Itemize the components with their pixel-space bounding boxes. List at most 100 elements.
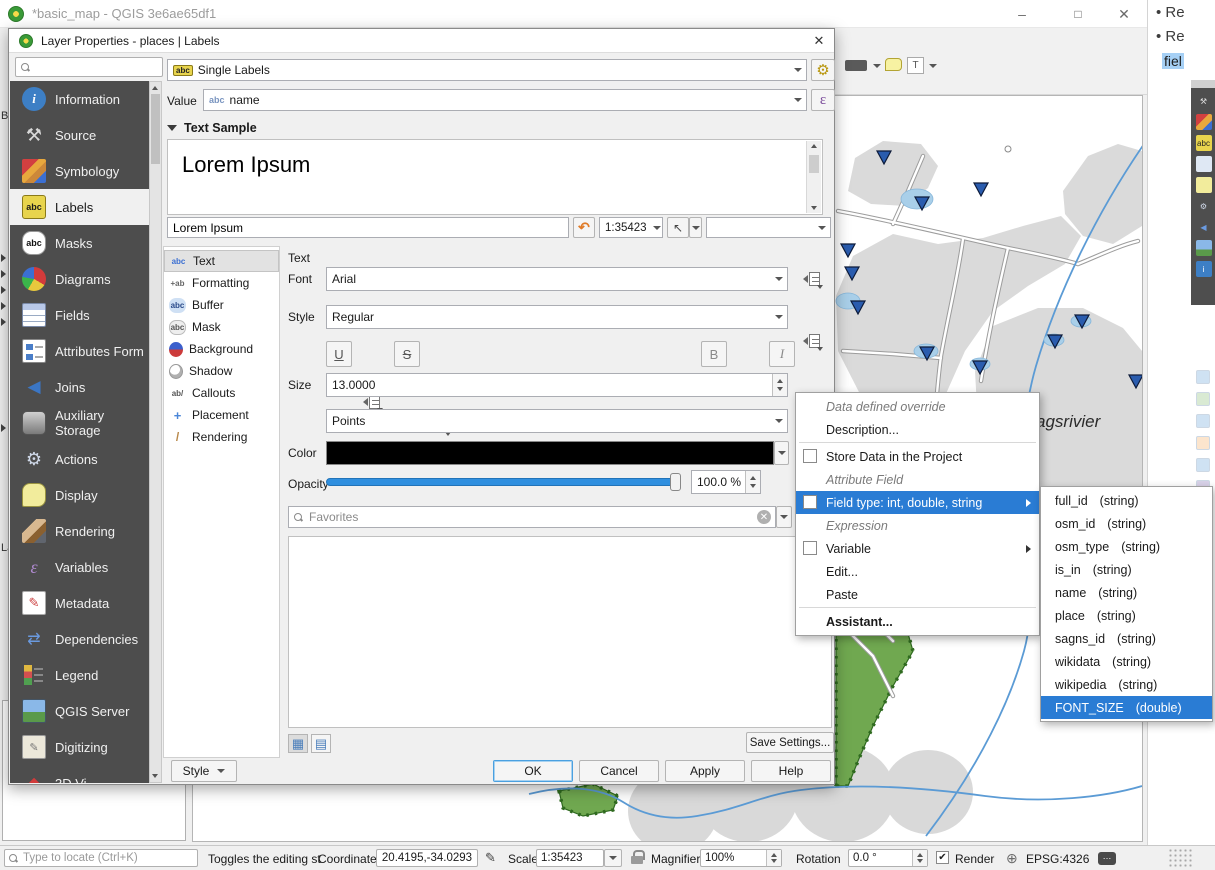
pen-icon[interactable]: ✎ xyxy=(485,850,496,866)
sidebar-item-source[interactable]: ⚒Source xyxy=(10,117,149,153)
reset-sample-button[interactable]: ↶ xyxy=(573,217,595,238)
spinner-arrows[interactable] xyxy=(745,471,760,493)
field-item-sagns-id[interactable]: sagns_id(string) xyxy=(1041,627,1212,650)
font-override-button[interactable] xyxy=(798,267,824,291)
locate-search[interactable]: Type to locate (Ctrl+K) xyxy=(4,849,198,867)
style-list-area[interactable] xyxy=(288,536,832,728)
checkbox-icon[interactable] xyxy=(803,495,817,509)
close-button[interactable]: ✕ xyxy=(1102,0,1146,28)
sidebar-item-labels[interactable]: abcLabels xyxy=(10,189,149,225)
font-style-select[interactable]: Regular xyxy=(326,305,788,329)
field-item-full-id[interactable]: full_id(string) xyxy=(1041,489,1212,512)
tab-buffer[interactable]: abcBuffer xyxy=(164,294,279,316)
spinner-arrows[interactable] xyxy=(772,374,787,396)
scale-dropdown-button[interactable] xyxy=(604,849,622,867)
color-swatch-button[interactable] xyxy=(326,441,774,465)
maximize-button[interactable]: □ xyxy=(1056,0,1100,28)
font-select[interactable]: Arial xyxy=(326,267,788,291)
scroll-up-icon[interactable] xyxy=(811,144,817,148)
annotation-dropdown-icon[interactable] xyxy=(929,64,937,68)
menu-item-assistant[interactable]: Assistant... xyxy=(796,610,1039,633)
favorites-dropdown-button[interactable] xyxy=(776,506,792,528)
sidebar-item-diagrams[interactable]: Diagrams xyxy=(10,261,149,297)
menu-item-paste[interactable]: Paste xyxy=(796,583,1039,606)
field-item-osm-id[interactable]: osm_id(string) xyxy=(1041,512,1212,535)
color-dropdown-button[interactable] xyxy=(774,441,789,465)
sidebar-item-fields[interactable]: Fields xyxy=(10,297,149,333)
globe-icon[interactable]: ⊕ xyxy=(1006,850,1018,867)
bold-button[interactable]: B xyxy=(701,341,727,367)
chevron-down-icon[interactable] xyxy=(771,306,787,328)
chevron-down-icon[interactable] xyxy=(652,218,662,237)
minimize-button[interactable]: – xyxy=(1000,0,1044,28)
sidebar-item-qgis-server[interactable]: QGIS Server xyxy=(10,693,149,729)
icon-view-button[interactable]: ▦ xyxy=(288,734,308,753)
chevron-down-icon[interactable] xyxy=(771,268,787,290)
field-item-name[interactable]: name(string) xyxy=(1041,581,1212,604)
messages-icon[interactable]: … xyxy=(1098,852,1116,865)
field-item-osm-type[interactable]: osm_type(string) xyxy=(1041,535,1212,558)
text-sample-header[interactable]: Text Sample xyxy=(167,121,257,135)
placement-settings-button[interactable]: ⚙ xyxy=(811,59,835,81)
sample-scale-select[interactable]: 1:35423 xyxy=(599,217,663,238)
sidebar-scrollbar[interactable] xyxy=(149,81,162,783)
scroll-down-icon[interactable] xyxy=(811,206,817,210)
expression-builder-button[interactable]: ε xyxy=(811,89,835,111)
sidebar-item-attributes-form[interactable]: Attributes Form xyxy=(10,333,149,369)
tab-placement[interactable]: +Placement xyxy=(164,404,279,426)
spinner-arrows[interactable] xyxy=(766,850,781,866)
help-button[interactable]: Help xyxy=(751,760,831,782)
cancel-button[interactable]: Cancel xyxy=(579,760,659,782)
opacity-slider[interactable] xyxy=(326,478,678,486)
label-mode-select[interactable]: abc Single Labels xyxy=(167,59,807,81)
field-item-place[interactable]: place(string) xyxy=(1041,604,1212,627)
field-item-wikidata[interactable]: wikidata(string) xyxy=(1041,650,1212,673)
scroll-down-icon[interactable] xyxy=(152,774,158,778)
list-view-button[interactable]: ▤ xyxy=(311,734,331,753)
rotation-spinner[interactable]: 0.0 ° xyxy=(848,849,928,867)
sidebar-item-actions[interactable]: ⚙Actions xyxy=(10,441,149,477)
sidebar-item-legend[interactable]: Legend xyxy=(10,657,149,693)
chevron-down-icon[interactable] xyxy=(771,410,787,432)
style-override-button[interactable] xyxy=(798,329,824,353)
render-checkbox[interactable]: ✔ xyxy=(936,851,949,864)
tab-formatting[interactable]: +abFormatting xyxy=(164,272,279,294)
menu-item-store-data-in-the-project[interactable]: Store Data in the Project xyxy=(796,445,1039,468)
sample-background-select[interactable] xyxy=(706,217,831,238)
tab-shadow[interactable]: Shadow xyxy=(164,360,279,382)
magnifier-spinner[interactable]: 100% xyxy=(700,849,782,867)
sidebar-item-digitizing[interactable]: ✎Digitizing xyxy=(10,729,149,765)
field-item-is-in[interactable]: is_in(string) xyxy=(1041,558,1212,581)
text-annotation-icon[interactable]: T xyxy=(907,57,924,74)
coordinate-input[interactable]: 20.4195,-34.0293 xyxy=(376,849,478,867)
size-unit-select[interactable]: Points xyxy=(326,409,788,433)
menu-item-edit[interactable]: Edit... xyxy=(796,560,1039,583)
sidebar-item-dependencies[interactable]: ⇄Dependencies xyxy=(10,621,149,657)
sidebar-item-3d-vi[interactable]: ◆3D Vi xyxy=(10,765,149,783)
measure-tool-icon[interactable] xyxy=(845,60,867,71)
spinner-arrows[interactable] xyxy=(912,850,927,866)
field-item-wikipedia[interactable]: wikipedia(string) xyxy=(1041,673,1212,696)
save-settings-button[interactable]: Save Settings... xyxy=(746,732,834,753)
preview-scrollbar[interactable] xyxy=(806,141,821,213)
value-field-select[interactable]: abc name xyxy=(203,89,807,111)
sidebar-item-variables[interactable]: εVariables xyxy=(10,549,149,585)
sidebar-item-auxiliary-storage[interactable]: Auxiliary Storage xyxy=(10,405,149,441)
scale-input[interactable]: 1:35423 xyxy=(536,849,604,867)
map-tips-icon[interactable] xyxy=(885,58,902,71)
favorites-search[interactable]: Favorites ✕ xyxy=(288,506,776,528)
dialog-close-button[interactable]: ✕ xyxy=(804,29,834,53)
chevron-down-icon[interactable] xyxy=(814,218,830,237)
sample-text-input[interactable] xyxy=(167,217,569,238)
properties-search-box[interactable] xyxy=(15,57,163,77)
cursor-dropdown-button[interactable] xyxy=(689,217,702,238)
ok-button[interactable]: OK xyxy=(493,760,573,782)
crs-label[interactable]: EPSG:4326 xyxy=(1026,852,1089,866)
sidebar-item-rendering[interactable]: Rendering xyxy=(10,513,149,549)
tab-text[interactable]: abcText xyxy=(164,250,279,272)
menu-item-variable[interactable]: Variable xyxy=(796,537,1039,560)
sidebar-item-metadata[interactable]: ✎Metadata xyxy=(10,585,149,621)
menu-item-description[interactable]: Description... xyxy=(796,418,1039,441)
clear-icon[interactable]: ✕ xyxy=(757,510,771,524)
checkbox-icon[interactable] xyxy=(803,449,817,463)
